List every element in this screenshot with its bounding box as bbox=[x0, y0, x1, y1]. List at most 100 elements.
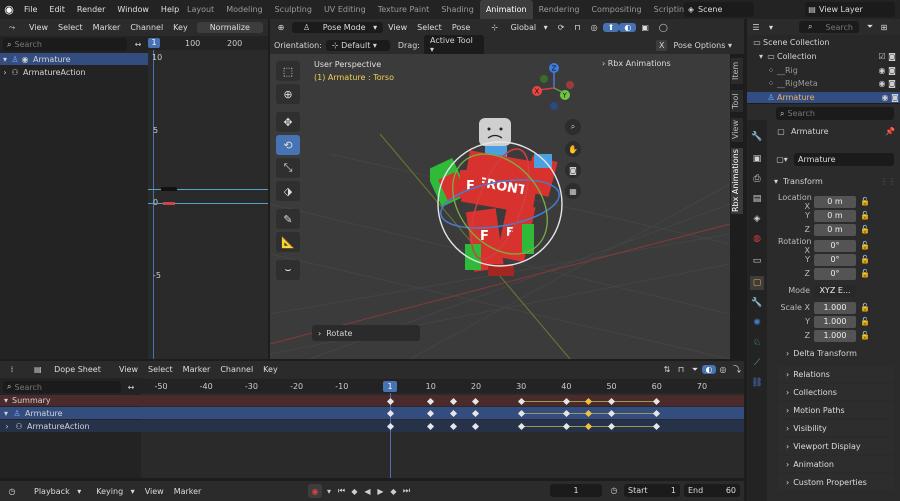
normalize-toggle[interactable]: Normalize bbox=[196, 22, 263, 33]
move-tool[interactable]: ✥ bbox=[276, 112, 300, 132]
graph-curve-keys-zero[interactable] bbox=[163, 202, 175, 205]
particles-tab-icon[interactable]: ✺ bbox=[750, 316, 764, 330]
dopesheet-filter-icon[interactable]: ⏷ bbox=[688, 365, 702, 375]
viewport-menu-pose[interactable]: Pose bbox=[447, 23, 476, 32]
sidebar-tab-tool[interactable]: Tool bbox=[731, 90, 743, 112]
blender-logo-icon[interactable]: ◉ bbox=[0, 3, 18, 16]
cursor-tool[interactable]: ⊕ bbox=[276, 84, 300, 104]
render-tab-icon[interactable]: ▣ bbox=[750, 152, 764, 166]
menu-render[interactable]: Render bbox=[71, 0, 111, 19]
timeline-menu-playback[interactable]: Playback ▾ bbox=[24, 487, 86, 496]
roblox-character[interactable]: FRONT F F F bbox=[430, 114, 570, 294]
rig-camera-icon[interactable]: ◙ bbox=[887, 66, 897, 75]
graph-curve-keys[interactable] bbox=[161, 187, 177, 191]
select-box-tool[interactable]: ⬚ bbox=[276, 61, 300, 81]
view-layer-selector[interactable]: ▤ View Layer bbox=[805, 2, 895, 17]
timeline-menu-marker[interactable]: Marker bbox=[169, 487, 207, 496]
preview-range-icon[interactable]: ◷ bbox=[607, 484, 621, 497]
object-tab-icon[interactable]: ▢ bbox=[750, 276, 764, 290]
dopesheet-menu-channel[interactable]: Channel bbox=[215, 365, 258, 374]
dopesheet-swap-icon[interactable]: ↔ bbox=[124, 381, 138, 393]
collection-camera-icon[interactable]: ◙ bbox=[887, 52, 897, 61]
summary-expand-icon[interactable]: ▾ bbox=[0, 396, 12, 405]
view-layer-tab-icon[interactable]: ▤ bbox=[750, 192, 764, 206]
dopesheet-snap-icon[interactable]: ⊓ bbox=[674, 365, 688, 374]
armature-camera-icon[interactable]: ◙ bbox=[890, 93, 900, 102]
dopesheet-mode-selector[interactable]: ▤ Dope Sheet bbox=[24, 365, 114, 374]
gizmo-toggle-icon[interactable]: ⬆ bbox=[602, 23, 620, 32]
transform-drag-icon[interactable]: ⋮⋮ bbox=[880, 177, 896, 186]
navigation-gizmo[interactable]: Z X Y bbox=[527, 62, 587, 114]
output-tab-icon[interactable]: ⎙ bbox=[750, 172, 764, 186]
tab-layout[interactable]: Layout bbox=[181, 0, 220, 19]
tab-rendering[interactable]: Rendering bbox=[533, 0, 586, 19]
timeline-menu-keying[interactable]: Keying ▾ bbox=[86, 487, 139, 496]
dopesheet-sync-icon[interactable]: ⇅ bbox=[660, 365, 674, 374]
scale-z-lock-icon[interactable]: 🔓 bbox=[860, 331, 870, 340]
dopesheet-menu-marker[interactable]: Marker bbox=[178, 365, 216, 374]
location-z[interactable]: 0 m bbox=[814, 223, 856, 236]
graph-search-input[interactable]: ⌕ Search bbox=[3, 38, 127, 51]
scene-selector[interactable]: ◈ Scene bbox=[684, 2, 754, 17]
location-z-lock-icon[interactable]: 🔓 bbox=[860, 225, 870, 234]
rig-eye-icon[interactable]: ◉ bbox=[877, 66, 887, 75]
sidebar-tab-item[interactable]: Item bbox=[731, 58, 743, 84]
rotation-y[interactable]: 0° bbox=[814, 253, 856, 266]
action-row-expand-icon[interactable]: › bbox=[0, 422, 14, 431]
viewport-menu-select[interactable]: Select bbox=[412, 23, 447, 32]
modifier-tab-icon[interactable]: 🔧 bbox=[750, 296, 764, 310]
dopesheet-type-icon[interactable]: ⁞ bbox=[0, 365, 24, 374]
menu-file[interactable]: File bbox=[18, 0, 43, 19]
jump-end-icon[interactable]: ⏭ bbox=[401, 486, 412, 496]
panel-collections[interactable]: › Collections bbox=[778, 384, 894, 400]
overlay-icon[interactable]: ◐ bbox=[619, 23, 637, 32]
graph-menu-select[interactable]: Select bbox=[53, 23, 88, 32]
outliner-type-icon[interactable]: ☰ bbox=[747, 23, 765, 32]
tab-uv-editing[interactable]: UV Editing bbox=[318, 0, 372, 19]
swap-arrows-icon[interactable]: ↔ bbox=[131, 38, 145, 51]
frame-start-field[interactable]: Start 1 bbox=[624, 484, 680, 497]
prev-key-icon[interactable]: ◆ bbox=[349, 487, 360, 496]
pivot-icon[interactable]: ⟳ bbox=[553, 23, 570, 32]
expand-arrow-icon[interactable]: ▾ bbox=[0, 55, 10, 64]
panel-custom-properties[interactable]: › Custom Properties bbox=[778, 474, 894, 490]
tab-sculpting[interactable]: Sculpting bbox=[269, 0, 318, 19]
dopesheet-interp-icon[interactable]: ⤵ bbox=[730, 364, 744, 375]
dopesheet-proportional-icon[interactable]: ◎ bbox=[716, 365, 730, 374]
rotation-y-lock-icon[interactable]: 🔓 bbox=[860, 255, 870, 264]
collection-tab-icon[interactable]: ▭ bbox=[750, 254, 764, 268]
dopesheet-frame-indicator[interactable]: 1 bbox=[383, 381, 397, 392]
dopesheet-playhead[interactable] bbox=[390, 393, 391, 478]
dopesheet-menu-view[interactable]: View bbox=[114, 365, 143, 374]
collection-expand-icon[interactable]: ▾ bbox=[757, 52, 765, 61]
proportional-edit-icon[interactable]: ◎ bbox=[586, 23, 603, 32]
play-reverse-icon[interactable]: ◀ bbox=[362, 487, 373, 496]
xray-icon[interactable]: ▣ bbox=[636, 23, 654, 32]
dopesheet-search-input[interactable]: ⌕ Search bbox=[3, 381, 121, 393]
graph-menu-marker[interactable]: Marker bbox=[88, 23, 126, 32]
scale-y[interactable]: 1.000 bbox=[814, 315, 856, 328]
panel-motion-paths[interactable]: › Motion Paths bbox=[778, 402, 894, 418]
graph-editor-type-icon[interactable]: ⤳ bbox=[0, 23, 24, 33]
scale-z[interactable]: 1.000 bbox=[814, 329, 856, 342]
world-tab-icon[interactable]: ◍ bbox=[750, 232, 764, 246]
eye-icon[interactable]: ◉ bbox=[20, 55, 30, 64]
last-operator-panel[interactable]: › Rotate bbox=[312, 325, 420, 341]
object-name[interactable]: Armature bbox=[791, 127, 829, 136]
tool-tab-icon[interactable]: 🔧 bbox=[750, 130, 764, 144]
tab-shading[interactable]: Shading bbox=[435, 0, 480, 19]
drag-dropdown[interactable]: Active Tool ▾ bbox=[423, 35, 484, 55]
armature-row-expand-icon[interactable]: ▾ bbox=[0, 409, 12, 418]
outliner-collection[interactable]: ▾ ▭ Collection ☑ ◙ bbox=[757, 52, 897, 61]
graph-menu-channel[interactable]: Channel bbox=[125, 23, 168, 32]
graph-canvas[interactable]: 1 100 200 10 5 0 -5 bbox=[148, 36, 268, 359]
collapse-arrow-icon[interactable]: › bbox=[0, 68, 10, 77]
annotate-tool[interactable]: ✎ bbox=[276, 209, 300, 229]
new-collection-icon[interactable]: ⊞ bbox=[877, 23, 891, 32]
properties-search[interactable]: ⌕ Search bbox=[776, 107, 894, 120]
viewport-menu-view[interactable]: View bbox=[383, 23, 412, 32]
scale-tool[interactable]: ⤡ bbox=[276, 158, 300, 178]
bone-tab-icon[interactable]: ⟋ bbox=[750, 356, 764, 370]
graph-frame-indicator[interactable]: 1 bbox=[148, 38, 160, 48]
frame-end-field[interactable]: End 60 bbox=[684, 484, 740, 497]
